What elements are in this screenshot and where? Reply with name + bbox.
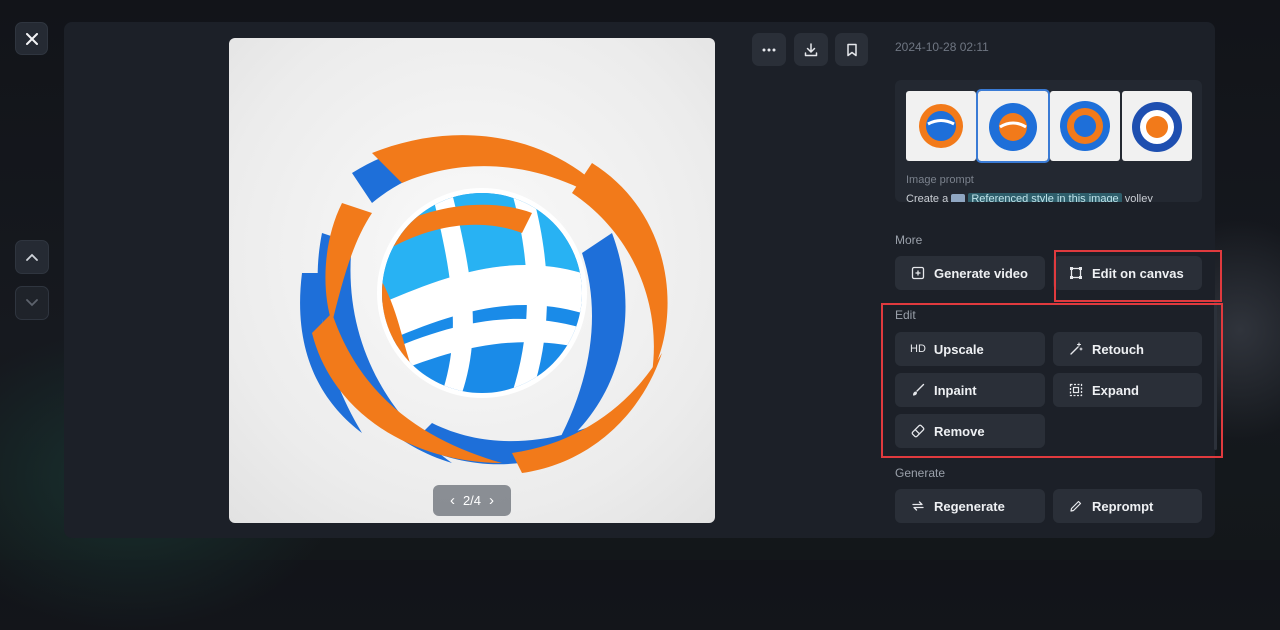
volleyball-logo-image [300,135,668,473]
generate-section-label: Generate [895,466,946,480]
reference-image-icon [951,193,966,202]
generated-image [229,38,715,523]
prompt-suffix: volley [1124,193,1153,202]
close-button[interactable] [15,22,48,55]
style-reference-chip[interactable]: Referenced style in this image [968,193,1122,202]
upscale-label: Upscale [933,341,984,357]
reprompt-label: Reprompt [1092,498,1154,514]
bookmark-icon [846,43,857,56]
retouch-label: Retouch [1092,341,1144,357]
edit-on-canvas-button[interactable]: Edit on canvas [1053,256,1202,290]
regenerate-label: Regenerate [934,498,1005,514]
thumbnail-2[interactable] [976,89,1050,163]
repeat-icon [910,498,926,514]
bookmark-button[interactable] [835,33,868,66]
volleyball-thumbnail-image [1060,101,1110,151]
download-icon [804,42,818,56]
retouch-button[interactable]: Retouch [1053,332,1202,366]
canvas-crop-icon [1068,265,1084,281]
remove-label: Remove [934,423,985,439]
download-button[interactable] [794,33,828,66]
expand-label: Expand [1092,382,1139,398]
regenerate-button[interactable]: Regenerate [895,489,1045,523]
thumbnail-3[interactable] [1050,91,1120,161]
more-horizontal-icon [762,48,776,51]
eraser-icon [910,423,926,439]
chevron-down-icon [26,299,38,307]
pager-prev-icon[interactable]: ‹ [450,492,455,509]
thumbnail-4[interactable] [1122,91,1192,161]
volleyball-thumbnail-image [989,103,1037,151]
edit-section-label: Edit [895,308,916,322]
details-scrollbar[interactable] [1214,300,1217,450]
prompt-text: Create a Referenced style in this image … [906,193,1153,202]
generate-video-button[interactable]: Generate video [895,256,1045,290]
close-icon [25,32,38,45]
more-options-button[interactable] [752,33,786,66]
video-add-icon [910,265,926,281]
edit-on-canvas-label: Edit on canvas [1092,265,1184,281]
prompt-card: Image prompt Create a Referenced style i… [895,80,1202,202]
image-pager: ‹ 2/4 › [433,485,511,516]
expand-button[interactable]: Expand [1053,373,1202,407]
pencil-icon [1068,498,1084,514]
expand-frame-icon [1068,382,1084,398]
image-timestamp: 2024-10-28 02:11 [895,40,989,54]
more-section-label: More [895,233,923,247]
prompt-label: Image prompt [906,174,974,186]
inpaint-button[interactable]: Inpaint [895,373,1045,407]
remove-button[interactable]: Remove [895,414,1045,448]
pager-count: 2/4 [462,493,482,508]
inpaint-label: Inpaint [934,382,977,398]
brush-icon [910,382,926,398]
pager-next-icon[interactable]: › [489,492,494,509]
reprompt-button[interactable]: Reprompt [1053,489,1202,523]
chevron-up-icon [26,253,38,261]
volleyball-thumbnail-image [1132,102,1182,152]
magic-wand-icon [1068,341,1084,357]
prompt-prefix: Create a [906,193,949,202]
previous-image-button[interactable] [15,240,49,274]
hd-icon: HD [910,343,926,355]
next-image-button[interactable] [15,286,49,320]
generate-video-label: Generate video [934,265,1028,281]
volleyball-thumbnail-image [919,104,963,148]
thumbnail-1[interactable] [906,91,976,161]
upscale-button[interactable]: HD Upscale [895,332,1045,366]
